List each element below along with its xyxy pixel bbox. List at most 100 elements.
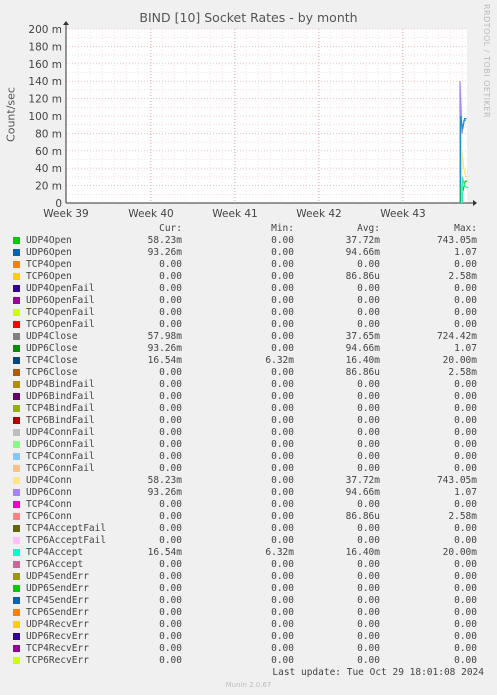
y-tick-label: 200 m	[28, 24, 62, 36]
legend-max: 0.00	[454, 571, 477, 582]
legend-swatch	[13, 465, 20, 472]
y-tick-label: 60 m	[35, 146, 62, 158]
legend-max: 0.00	[454, 607, 477, 618]
legend-row: TCP4Accept 16.54m 6.32m 16.40m 20.00m	[0, 547, 497, 559]
legend-row: UDP4SendErr 0.00 0.00 0.00 0.00	[0, 571, 497, 583]
legend-max: 0.00	[454, 583, 477, 594]
legend-row: TCP6AcceptFail 0.00 0.00 0.00 0.00	[0, 535, 497, 547]
legend-name: TCP4Open	[26, 259, 72, 270]
legend-cur: 57.98m	[147, 331, 182, 342]
legend-row: TCP4AcceptFail 0.00 0.00 0.00 0.00	[0, 523, 497, 535]
legend-avg: 0.00	[357, 391, 380, 402]
legend-swatch	[13, 537, 20, 544]
legend-name: UDP6OpenFail	[26, 295, 95, 306]
legend-row: UDP6OpenFail 0.00 0.00 0.00 0.00	[0, 295, 497, 307]
legend-avg: 37.72m	[345, 235, 380, 246]
legend-max: 0.00	[454, 391, 477, 402]
legend-avg: 0.00	[357, 259, 380, 270]
legend-min: 0.00	[271, 343, 294, 354]
legend-cur: 0.00	[159, 403, 182, 414]
legend-name: TCP4ConnFail	[26, 451, 95, 462]
legend-name: TCP4RecvErr	[26, 643, 89, 654]
legend-name: TCP6Conn	[26, 511, 72, 522]
legend-name: UDP4RecvErr	[26, 619, 89, 630]
legend-name: TCP6Close	[26, 367, 78, 378]
legend-row: UDP4OpenFail 0.00 0.00 0.00 0.00	[0, 283, 497, 295]
legend-min: 0.00	[271, 571, 294, 582]
legend-row: UDP6Conn 93.26m 0.00 94.66m 1.07	[0, 487, 497, 499]
legend-swatch	[13, 381, 20, 388]
legend-min: 0.00	[271, 319, 294, 330]
legend-swatch	[13, 585, 20, 592]
legend-min: 0.00	[271, 511, 294, 522]
legend-avg: 37.72m	[345, 475, 380, 486]
y-tick-label: 20 m	[35, 181, 62, 193]
legend-cur: 0.00	[159, 631, 182, 642]
legend-cur: 0.00	[159, 439, 182, 450]
legend-max: 0.00	[454, 259, 477, 270]
legend-name: UDP6Open	[26, 247, 72, 258]
legend-swatch	[13, 645, 20, 652]
legend-name: TCP6ConnFail	[26, 463, 95, 474]
x-tick-label: Week 40	[128, 208, 173, 220]
legend-min: 0.00	[271, 487, 294, 498]
legend-swatch	[13, 273, 20, 280]
legend-swatch	[13, 501, 20, 508]
legend-name: UDP4ConnFail	[26, 427, 95, 438]
y-tick-label: 80 m	[35, 128, 62, 140]
header-max: Max:	[454, 223, 477, 234]
legend-name: UDP6Conn	[26, 487, 72, 498]
legend-row: TCP6Conn 0.00 0.00 86.86u 2.58m	[0, 511, 497, 523]
legend-swatch	[13, 549, 20, 556]
legend-row: UDP6Open 93.26m 0.00 94.66m 1.07	[0, 247, 497, 259]
legend-cur: 16.54m	[147, 547, 182, 558]
legend-avg: 0.00	[357, 571, 380, 582]
legend-min: 0.00	[271, 331, 294, 342]
legend-row: TCP6BindFail 0.00 0.00 0.00 0.00	[0, 415, 497, 427]
y-axis-arrow	[63, 21, 69, 25]
legend-name: TCP6Accept	[26, 559, 84, 570]
legend-row: TCP4ConnFail 0.00 0.00 0.00 0.00	[0, 451, 497, 463]
legend-swatch	[13, 489, 20, 496]
legend-row: TCP4Open 0.00 0.00 0.00 0.00	[0, 259, 497, 271]
legend-swatch	[13, 321, 20, 328]
legend-name: TCP6SendErr	[26, 607, 89, 618]
legend-min: 0.00	[271, 583, 294, 594]
legend-min: 0.00	[271, 643, 294, 654]
legend-avg: 94.66m	[345, 247, 380, 258]
legend-avg: 0.00	[357, 451, 380, 462]
legend-name: TCP6BindFail	[26, 415, 95, 426]
legend-min: 0.00	[271, 631, 294, 642]
legend-avg: 37.65m	[345, 331, 380, 342]
legend-max: 0.00	[454, 379, 477, 390]
legend-swatch	[13, 561, 20, 568]
legend-swatch	[13, 573, 20, 580]
legend-swatch	[13, 609, 20, 616]
legend-max: 0.00	[454, 655, 477, 666]
legend-min: 0.00	[271, 259, 294, 270]
legend-row: TCP6Close 0.00 0.00 86.86u 2.58m	[0, 367, 497, 379]
legend-row: TCP6ConnFail 0.00 0.00 0.00 0.00	[0, 463, 497, 475]
legend-name: UDP4Conn	[26, 475, 72, 486]
legend-cur: 0.00	[159, 271, 182, 282]
legend-row: UDP4Close 57.98m 0.00 37.65m 724.42m	[0, 331, 497, 343]
legend-cur: 0.00	[159, 307, 182, 318]
legend-min: 0.00	[271, 403, 294, 414]
legend-swatch	[13, 309, 20, 316]
legend-swatch	[13, 429, 20, 436]
legend-cur: 0.00	[159, 499, 182, 510]
legend-row: UDP6BindFail 0.00 0.00 0.00 0.00	[0, 391, 497, 403]
legend-max: 0.00	[454, 559, 477, 570]
legend-name: UDP6Close	[26, 343, 78, 354]
legend-swatch	[13, 285, 20, 292]
legend-avg: 16.40m	[345, 355, 380, 366]
legend-max: 0.00	[454, 523, 477, 534]
legend-name: UDP4Open	[26, 235, 72, 246]
legend-name: TCP4AcceptFail	[26, 523, 107, 534]
legend-min: 0.00	[271, 391, 294, 402]
legend-row: UDP4ConnFail 0.00 0.00 0.00 0.00	[0, 427, 497, 439]
legend-max: 0.00	[454, 295, 477, 306]
legend-max: 0.00	[454, 283, 477, 294]
legend-avg: 0.00	[357, 427, 380, 438]
legend-avg: 0.00	[357, 655, 380, 666]
